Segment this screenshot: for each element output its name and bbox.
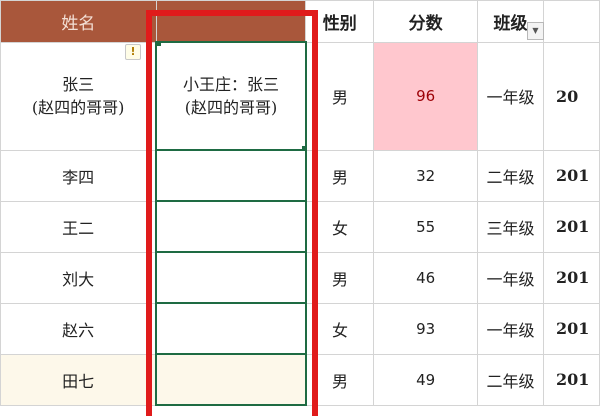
cell-score[interactable]: 32 — [373, 149, 479, 202]
cell-year[interactable]: 201 — [542, 149, 600, 202]
filter-dropdown-icon[interactable]: ▼ — [527, 22, 544, 40]
cell-year[interactable]: 201 — [542, 302, 600, 355]
cell-year[interactable]: 201 — [542, 353, 600, 406]
cell-name-text: 张三 (赵四的哥哥) — [31, 74, 125, 117]
cell-score[interactable]: 46 — [373, 251, 479, 304]
cell-name[interactable]: 刘大 — [0, 251, 157, 304]
cell-name[interactable]: 李四 — [0, 149, 157, 202]
cell-class[interactable]: 一年级 — [477, 251, 544, 304]
cell-class[interactable]: 一年级 — [477, 302, 544, 355]
cell-year[interactable]: 201 — [542, 251, 600, 304]
cell-score[interactable]: 93 — [373, 302, 479, 355]
cell-name[interactable]: 王二 — [0, 200, 157, 253]
header-name[interactable]: 姓名 — [0, 0, 157, 43]
cell-year[interactable]: 20 — [542, 41, 600, 151]
cell-score[interactable]: 55 — [373, 200, 479, 253]
cell-score[interactable]: 49 — [373, 353, 479, 406]
cell-year[interactable]: 201 — [542, 200, 600, 253]
cell-class[interactable]: 二年级 — [477, 353, 544, 406]
cell-score[interactable]: 96 — [373, 41, 479, 151]
cell-class[interactable]: 一年级 — [477, 41, 544, 151]
cell-name[interactable]: 田七 — [0, 353, 157, 406]
header-overflow[interactable] — [542, 0, 600, 43]
cell-class[interactable]: 三年级 — [477, 200, 544, 253]
annotation-highlight-box — [146, 10, 318, 416]
header-score[interactable]: 分数 — [373, 0, 479, 43]
cell-class[interactable]: 二年级 — [477, 149, 544, 202]
cell-name[interactable]: 赵六 — [0, 302, 157, 355]
warning-icon[interactable]: ! — [125, 44, 141, 60]
